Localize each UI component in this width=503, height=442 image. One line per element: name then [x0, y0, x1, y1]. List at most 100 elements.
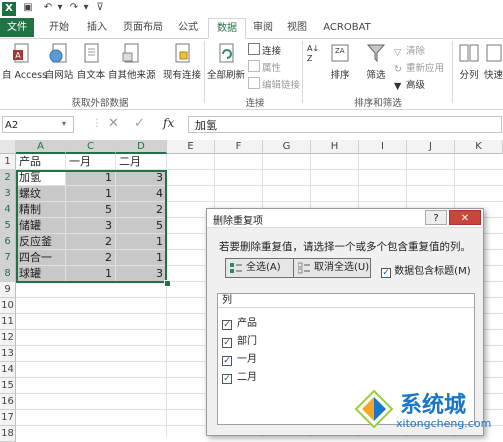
fill-handle[interactable]: [164, 280, 171, 287]
row-header[interactable]: 16: [0, 394, 16, 410]
cell-header[interactable]: 一月: [66, 154, 116, 170]
cell-product[interactable]: 反应釜: [16, 234, 66, 250]
row-header[interactable]: 4: [0, 202, 16, 218]
tab-file[interactable]: 文件: [0, 18, 34, 37]
row-header[interactable]: 12: [0, 330, 16, 346]
row-header[interactable]: 1: [0, 154, 16, 170]
from-text-button[interactable]: 自文本: [76, 42, 106, 81]
text-to-columns-button[interactable]: 分列: [456, 42, 482, 81]
column-header-a[interactable]: A: [16, 140, 66, 154]
cell-value[interactable]: 3: [66, 218, 116, 234]
cell-value[interactable]: 1: [66, 186, 116, 202]
column-header-c[interactable]: C: [66, 140, 116, 154]
row-header[interactable]: 8: [0, 266, 16, 282]
cancel-entry-icon[interactable]: ✕: [108, 116, 119, 131]
undo-icon[interactable]: ↶: [42, 2, 54, 14]
column-header-i[interactable]: I: [359, 140, 407, 154]
filter-label: 筛选: [366, 70, 386, 81]
cell-header[interactable]: 产品: [16, 154, 66, 170]
column-header-k[interactable]: K: [455, 140, 503, 154]
tab-acrobat[interactable]: ACROBAT: [318, 18, 376, 37]
row-header[interactable]: 7: [0, 250, 16, 266]
confirm-entry-icon[interactable]: ✓: [134, 116, 145, 131]
column-header-e[interactable]: E: [167, 140, 215, 154]
row-header[interactable]: 2: [0, 170, 16, 186]
cell-product[interactable]: 储罐: [16, 218, 66, 234]
flash-fill-button[interactable]: 快速: [484, 42, 503, 81]
cell-product[interactable]: 加氢: [16, 170, 66, 186]
connections-button[interactable]: 连接: [248, 43, 281, 57]
row-header[interactable]: 14: [0, 362, 16, 378]
refresh-all-button[interactable]: 全部刷新: [206, 42, 246, 81]
select-all-corner[interactable]: [0, 140, 16, 154]
cell-value[interactable]: 5: [116, 218, 167, 234]
close-button[interactable]: ✕: [449, 210, 481, 225]
cell-value[interactable]: 1: [66, 266, 116, 282]
ribbon-separator: [204, 41, 205, 103]
cell-value[interactable]: 3: [116, 170, 167, 186]
filter-button[interactable]: 筛选: [362, 42, 390, 81]
redo-dropdown-icon[interactable]: ▾: [80, 2, 92, 14]
clear-filter-button: ▽ 清除: [394, 43, 425, 58]
cell-value[interactable]: 1: [116, 250, 167, 266]
row-header[interactable]: 13: [0, 346, 16, 362]
from-access-button[interactable]: A 自 Access: [2, 42, 47, 81]
row-header[interactable]: 10: [0, 298, 16, 314]
excel-logo-icon: X: [2, 2, 16, 16]
column-header-h[interactable]: H: [311, 140, 359, 154]
from-other-sources-button[interactable]: 自其他来源: [108, 42, 156, 81]
has-headers-checkbox[interactable]: ✓ 数据包含标题(M): [381, 262, 471, 278]
row-header[interactable]: 5: [0, 218, 16, 234]
undo-dropdown-icon[interactable]: ▾: [54, 2, 66, 14]
cell-product[interactable]: 球罐: [16, 266, 66, 282]
row-header[interactable]: 15: [0, 378, 16, 394]
cell-product[interactable]: 螺纹: [16, 186, 66, 202]
cell-value[interactable]: 1: [116, 234, 167, 250]
row-header[interactable]: 17: [0, 410, 16, 426]
cell-value[interactable]: 2: [66, 250, 116, 266]
tab-insert[interactable]: 插入: [80, 18, 114, 37]
cell-value[interactable]: 5: [66, 202, 116, 218]
redo-icon[interactable]: ↷: [68, 2, 80, 14]
cell-value[interactable]: 4: [116, 186, 167, 202]
existing-connections-button[interactable]: 现有连接: [162, 42, 202, 81]
cell-value[interactable]: 3: [116, 266, 167, 282]
row-header[interactable]: 6: [0, 234, 16, 250]
row-header[interactable]: 18: [0, 426, 16, 442]
sort-button[interactable]: ZA 排序: [326, 42, 354, 81]
advanced-filter-label: 高级: [406, 80, 426, 91]
tab-formulas[interactable]: 公式: [172, 18, 204, 37]
column-header-g[interactable]: G: [263, 140, 311, 154]
sort-az-button[interactable]: A↓ Z: [306, 42, 324, 67]
from-web-button[interactable]: 自网站: [44, 42, 74, 81]
list-item[interactable]: ✓ 部门: [222, 332, 257, 348]
column-header-j[interactable]: J: [407, 140, 455, 154]
tab-review[interactable]: 审阅: [248, 18, 278, 37]
save-icon[interactable]: ▣: [22, 2, 34, 14]
cell-header[interactable]: 二月: [116, 154, 167, 170]
row-header[interactable]: 9: [0, 282, 16, 298]
help-button[interactable]: ?: [425, 210, 447, 225]
unselect-all-button[interactable]: 取消全选(U): [293, 258, 371, 278]
column-header-f[interactable]: F: [215, 140, 263, 154]
cell-value[interactable]: 2: [66, 234, 116, 250]
tab-page-layout[interactable]: 页面布局: [118, 18, 168, 37]
cell-product[interactable]: 精制: [16, 202, 66, 218]
formula-input[interactable]: 加氢: [188, 116, 502, 133]
cell-product[interactable]: 四合一: [16, 250, 66, 266]
list-item[interactable]: ✓ 一月: [222, 350, 257, 366]
cell-value[interactable]: 2: [116, 202, 167, 218]
advanced-filter-button[interactable]: ▼ 高级: [394, 77, 426, 92]
cell-value[interactable]: 1: [66, 170, 116, 186]
list-item[interactable]: ✓ 产品: [222, 314, 257, 330]
tab-data[interactable]: 数据: [208, 18, 246, 39]
name-box-dropdown-icon[interactable]: ▾: [62, 119, 66, 128]
insert-function-icon[interactable]: fx: [163, 116, 174, 130]
row-header[interactable]: 3: [0, 186, 16, 202]
column-header-d[interactable]: D: [116, 140, 167, 154]
tab-home[interactable]: 开始: [42, 18, 76, 37]
list-item[interactable]: ✓ 二月: [222, 368, 257, 384]
tab-view[interactable]: 视图: [282, 18, 312, 37]
row-header[interactable]: 11: [0, 314, 16, 330]
customize-toolbar-icon[interactable]: ⊽: [94, 2, 106, 14]
